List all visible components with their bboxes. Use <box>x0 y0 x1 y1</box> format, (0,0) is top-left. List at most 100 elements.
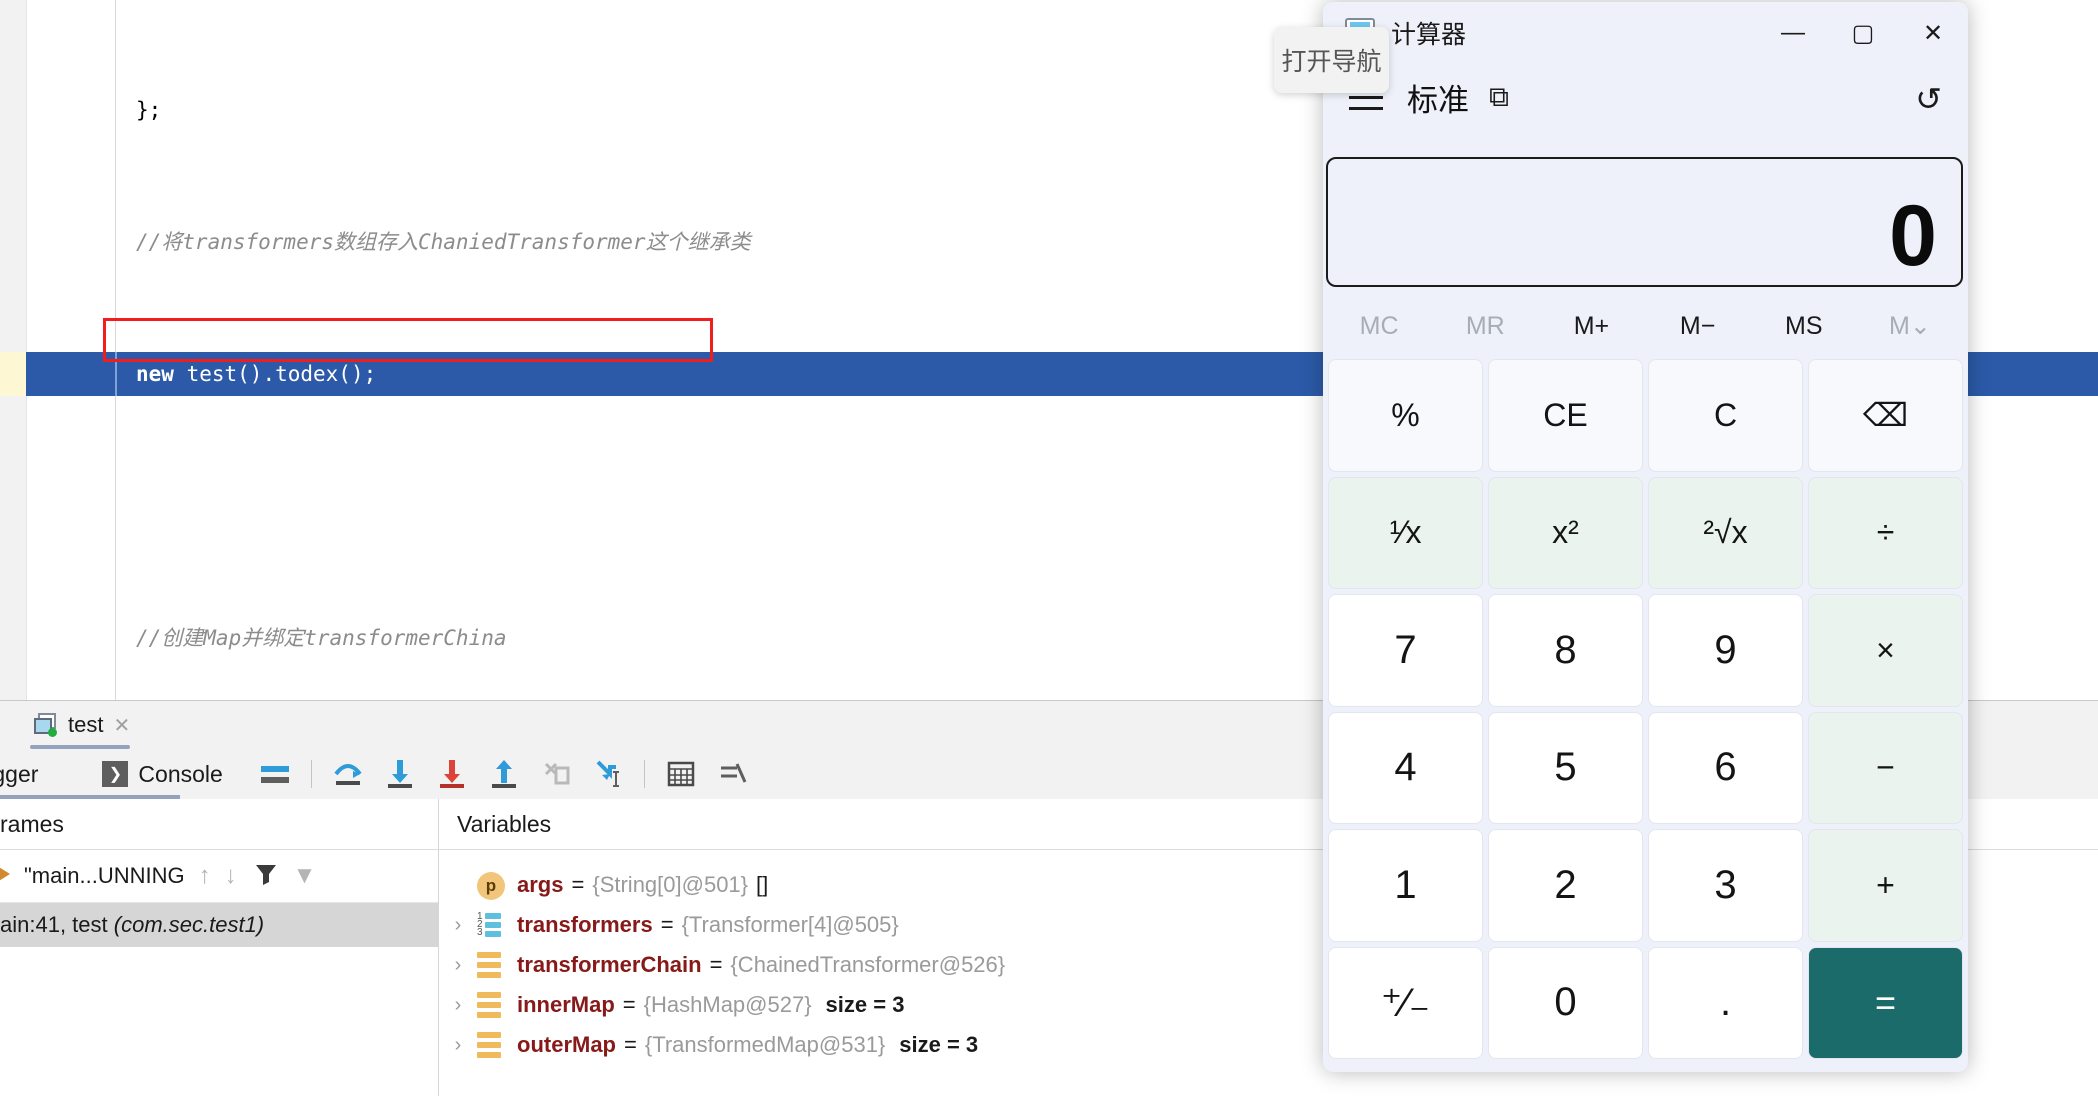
calculator-display[interactable]: 0 <box>1326 157 1963 287</box>
tooltip-text: 打开导航 <box>1281 48 1382 76</box>
expander-icon[interactable]: › <box>439 914 477 937</box>
variable-size: size = 3 <box>899 1032 979 1057</box>
maximize-icon[interactable]: ▢ <box>1828 2 1898 64</box>
console-icon: ❯ <box>102 761 129 787</box>
memory-button-mc[interactable]: MC <box>1326 297 1432 355</box>
tab-test-label: test <box>68 712 104 737</box>
layout-lines-icon[interactable] <box>257 756 293 792</box>
variable-name: innerMap <box>517 992 615 1017</box>
key-multiply[interactable]: × <box>1808 594 1963 707</box>
code-line-1-text: }; <box>136 98 162 122</box>
tab-debugger[interactable]: ebugger <box>0 761 52 788</box>
calculator-header[interactable]: 标准 ⧉ ↺ <box>1323 64 1968 130</box>
tab-console-label: Console <box>138 760 223 787</box>
calculator-window[interactable]: 计算器 — ▢ ✕ 标准 ⧉ ↺ 0 MC MR M+ M− MS M⌄ % C… <box>1323 2 1968 1072</box>
expander-icon[interactable]: › <box>439 954 477 977</box>
tab-console[interactable]: ❯ Console <box>88 761 236 788</box>
key-reciprocal[interactable]: ¹⁄x <box>1328 476 1483 589</box>
frame-row-class: (com.sec.test1) <box>113 912 265 937</box>
variable-row-args[interactable]: p args = {String[0]@501} [] <box>439 865 768 905</box>
variable-row-transformers[interactable]: › 123 transformers = {Transformer[4]@505… <box>439 905 899 945</box>
toolbar-divider-1 <box>310 760 312 788</box>
calculator-title: 计算器 <box>1391 21 1467 49</box>
key-9[interactable]: 9 <box>1648 594 1803 707</box>
key-0[interactable]: 0 <box>1488 946 1643 1059</box>
frame-row[interactable]: ain:41, test (com.sec.test1) <box>0 903 438 947</box>
memory-button-ms[interactable]: MS <box>1751 297 1857 355</box>
key-equals[interactable]: = <box>1808 946 1963 1059</box>
key-square[interactable]: x² <box>1488 476 1643 589</box>
arrow-down-icon[interactable]: ↓ <box>225 862 237 890</box>
key-sqrt[interactable]: ²√x <box>1648 476 1803 589</box>
key-3[interactable]: 3 <box>1648 829 1803 942</box>
toolbar-divider-2 <box>643 760 645 788</box>
key-clear[interactable]: C <box>1648 359 1803 472</box>
key-2[interactable]: 2 <box>1488 829 1643 942</box>
editor-gutter-marker-strip[interactable] <box>0 0 27 700</box>
frames-panel[interactable]: rames "main...UNNING ↑ ↓ ▼ ain:41, test … <box>0 799 439 1096</box>
arrow-up-icon[interactable]: ↑ <box>199 862 211 890</box>
memory-button-mdropdown[interactable]: M⌄ <box>1857 297 1963 355</box>
key-add[interactable]: + <box>1808 829 1963 942</box>
force-step-into-icon[interactable] <box>434 756 470 792</box>
display-value: 0 <box>1889 188 1937 284</box>
close-icon[interactable]: ✕ <box>1898 2 1968 64</box>
key-7[interactable]: 7 <box>1328 594 1483 707</box>
variable-name: transformers <box>517 912 653 937</box>
expander-icon[interactable]: › <box>439 994 477 1017</box>
memory-button-mminus[interactable]: M− <box>1645 297 1751 355</box>
mute-breakpoints-icon[interactable] <box>715 756 751 792</box>
variable-name: outerMap <box>517 1032 616 1057</box>
frames-controls[interactable]: "main...UNNING ↑ ↓ ▼ <box>0 850 438 903</box>
key-percent[interactable]: % <box>1328 359 1483 472</box>
variable-value: {Transformer[4]@505} <box>681 912 899 937</box>
close-icon[interactable]: ✕ <box>113 713 130 738</box>
step-out-icon[interactable] <box>486 756 522 792</box>
minimize-icon[interactable]: — <box>1758 2 1828 64</box>
variable-name: args <box>517 872 564 897</box>
key-4[interactable]: 4 <box>1328 711 1483 824</box>
expander-icon[interactable]: › <box>439 1034 477 1057</box>
memory-button-mplus[interactable]: M+ <box>1538 297 1644 355</box>
object-icon <box>477 952 507 978</box>
calculator-keypad[interactable]: % CE C ⌫ ¹⁄x x² ²√x ÷ 7 8 9 × 4 5 6 − 1 … <box>1328 359 1963 1059</box>
variable-extra: [] <box>756 872 769 897</box>
variable-row-outermap[interactable]: › outerMap = {TransformedMap@531} size =… <box>439 1025 978 1065</box>
tab-test[interactable]: test ✕ <box>20 701 144 749</box>
backspace-icon[interactable]: ⌫ <box>1808 359 1963 472</box>
step-over-icon[interactable] <box>330 756 366 792</box>
key-decimal[interactable]: . <box>1648 946 1803 1059</box>
filter-funnel-icon[interactable] <box>253 861 279 892</box>
window-controls[interactable]: — ▢ ✕ <box>1758 2 1968 64</box>
evaluate-expression-icon[interactable] <box>663 756 699 792</box>
variable-row-transformerchain[interactable]: › transformerChain = {ChainedTransformer… <box>439 945 1005 985</box>
key-6[interactable]: 6 <box>1648 711 1803 824</box>
keep-on-top-icon[interactable]: ⧉ <box>1489 81 1509 114</box>
key-divide[interactable]: ÷ <box>1808 476 1963 589</box>
history-icon[interactable]: ↺ <box>1915 80 1942 118</box>
param-icon: p <box>477 872 507 900</box>
key-5[interactable]: 5 <box>1488 711 1643 824</box>
variable-size: size = 3 <box>825 992 905 1017</box>
equals-sign: = <box>622 992 636 1017</box>
thread-selector-label[interactable]: "main...UNNING <box>24 863 185 889</box>
drop-frame-icon[interactable] <box>538 756 574 792</box>
memory-button-mr[interactable]: MR <box>1432 297 1538 355</box>
key-plus-minus[interactable]: ⁺⁄₋ <box>1328 946 1483 1059</box>
object-icon <box>477 992 507 1018</box>
code-line-5-comment: //创建Map并绑定transformerChina <box>136 626 507 650</box>
step-into-icon[interactable] <box>382 756 418 792</box>
run-to-cursor-icon[interactable] <box>590 756 626 792</box>
key-8[interactable]: 8 <box>1488 594 1643 707</box>
variable-row-innermap[interactable]: › innerMap = {HashMap@527} size = 3 <box>439 985 904 1025</box>
memory-button-row[interactable]: MC MR M+ M− MS M⌄ <box>1326 297 1963 355</box>
key-1[interactable]: 1 <box>1328 829 1483 942</box>
code-line-2-comment: //将transformers数组存入ChaniedTransformer这个继… <box>136 230 751 254</box>
calculator-title-bar[interactable]: 计算器 — ▢ ✕ <box>1323 2 1968 64</box>
key-clear-entry[interactable]: CE <box>1488 359 1643 472</box>
key-subtract[interactable]: − <box>1808 711 1963 824</box>
equals-sign: = <box>660 912 674 937</box>
chevron-down-icon[interactable]: ▼ <box>293 862 317 890</box>
equals-sign: = <box>571 872 585 897</box>
frame-row-label: ain:41, test <box>0 912 108 937</box>
